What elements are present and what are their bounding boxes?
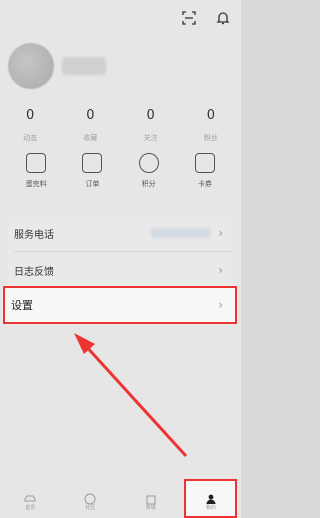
annotation-arrow <box>74 333 188 458</box>
car-icon <box>24 490 36 502</box>
tab-mine[interactable]: 我的 <box>186 482 236 518</box>
tab-label: 社区 <box>85 505 96 511</box>
tab-community[interactable]: 社区 <box>65 482 115 518</box>
screen: 0 动态 0 收藏 0 关注 0 粉丝 蛋完料 订单 积分 卡券 服务电话 › … <box>0 0 241 518</box>
tab-home[interactable]: 首页 <box>5 482 55 518</box>
bag-icon <box>145 490 157 505</box>
tab-mall[interactable]: 商城 <box>126 482 176 518</box>
tab-bar: 首页 社区 商城 我的 <box>0 482 241 518</box>
compass-icon <box>84 490 96 505</box>
tab-label: 首页 <box>25 505 36 511</box>
tab-label: 商城 <box>145 505 156 511</box>
tab-label: 我的 <box>205 505 216 511</box>
person-icon <box>205 490 217 504</box>
